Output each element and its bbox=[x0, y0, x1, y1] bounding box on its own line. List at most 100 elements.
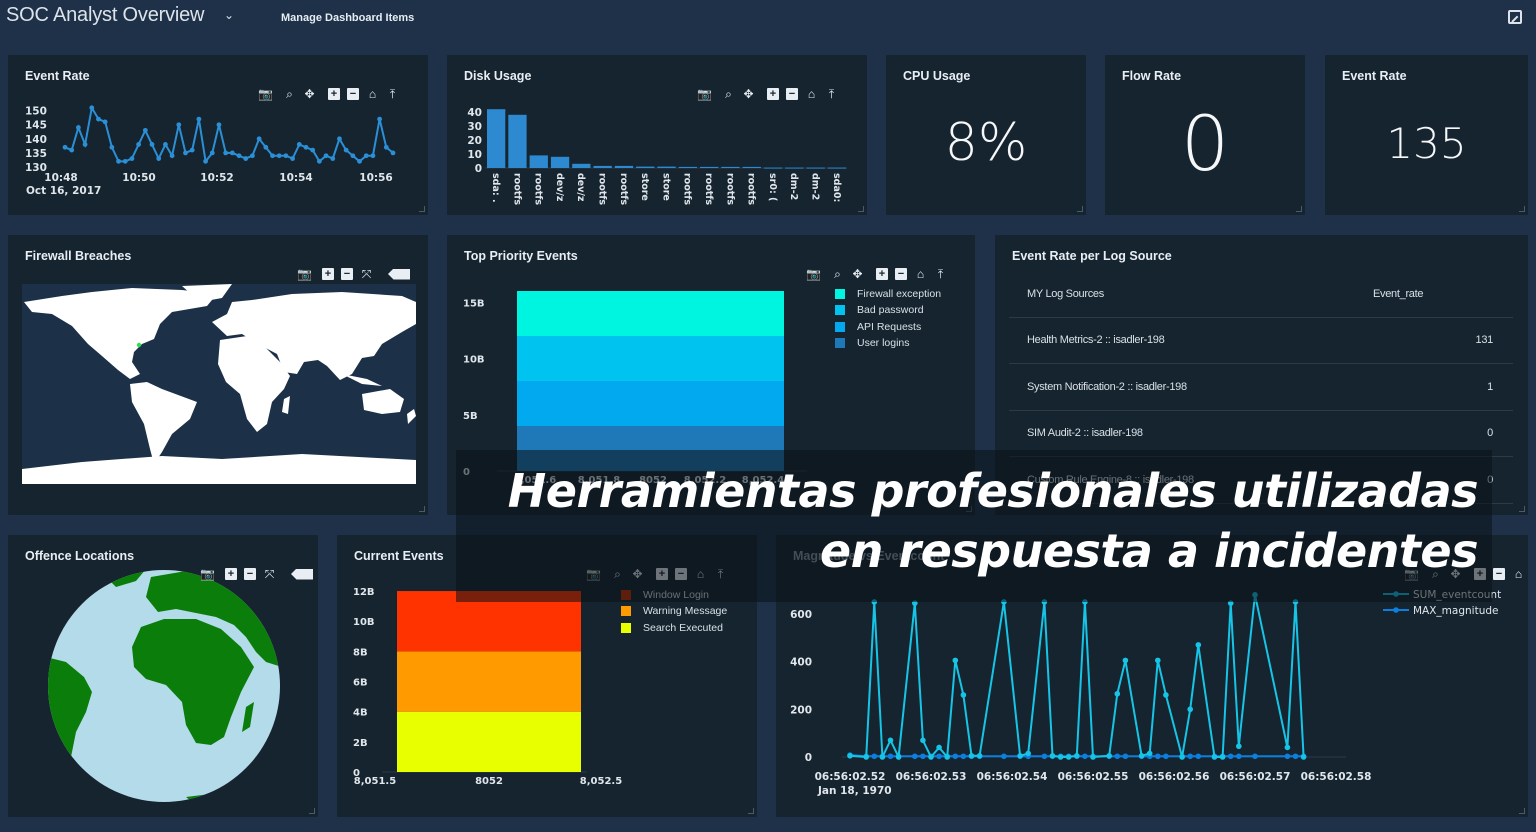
bar bbox=[529, 155, 548, 168]
log-source-name: SIM Audit-2 :: isadler-198 bbox=[1027, 427, 1143, 440]
fit-icon[interactable]: ⤧ bbox=[263, 568, 276, 580]
panel-title: Firewall Breaches bbox=[25, 249, 132, 263]
resize-handle[interactable] bbox=[309, 808, 315, 814]
legend-item[interactable]: Firewall exception bbox=[835, 286, 941, 302]
zoom-in-icon[interactable]: + bbox=[322, 268, 334, 280]
resize-handle[interactable] bbox=[1077, 206, 1083, 212]
y-tick-label: 10 bbox=[467, 149, 482, 161]
data-point bbox=[196, 116, 202, 122]
data-point bbox=[1227, 753, 1234, 760]
data-point bbox=[1025, 750, 1031, 757]
y-tick-label: 140 bbox=[25, 134, 47, 146]
x-tick-label: store bbox=[660, 173, 671, 201]
log-source-name: System Notification-2 :: isadler-198 bbox=[1027, 380, 1187, 393]
data-point bbox=[116, 158, 121, 164]
resize-handle[interactable] bbox=[1519, 808, 1525, 814]
data-point bbox=[142, 127, 148, 133]
x-tick-label: rootfs bbox=[682, 173, 693, 205]
column-header-event-rate[interactable]: Event_rate bbox=[1363, 288, 1513, 300]
table-header: MY Log Sources Event_rate bbox=[1009, 271, 1513, 318]
y-tick-label: 135 bbox=[25, 148, 47, 160]
column-header-log-sources[interactable]: MY Log Sources bbox=[1009, 288, 1363, 300]
data-point bbox=[263, 144, 269, 150]
caption-line-1: Herramientas profesionales utilizadas bbox=[507, 464, 1479, 518]
legend-item[interactable]: Search Executed bbox=[621, 620, 727, 636]
autoscale-icon[interactable]: ⤒ bbox=[1532, 568, 1536, 580]
data-point bbox=[952, 657, 959, 664]
world-map[interactable] bbox=[22, 284, 416, 484]
data-point bbox=[887, 753, 894, 760]
data-point bbox=[303, 144, 309, 150]
data-point bbox=[1236, 743, 1242, 750]
data-point bbox=[1163, 753, 1169, 760]
zoom-out-icon[interactable]: − bbox=[244, 568, 256, 580]
data-point bbox=[1041, 753, 1048, 760]
data-point bbox=[871, 753, 878, 760]
event-rate-chart[interactable]: 15014514013513010:48 10:50 10:52 10:54 10:56… bbox=[8, 55, 428, 215]
resize-handle[interactable] bbox=[419, 206, 425, 212]
data-point bbox=[1284, 753, 1291, 760]
data-point bbox=[169, 153, 175, 159]
panel-flow-rate: Flow Rate 0 bbox=[1105, 55, 1305, 215]
tag-icon[interactable] bbox=[388, 268, 410, 280]
data-point bbox=[310, 147, 316, 153]
data-point bbox=[1122, 753, 1129, 760]
legend-item[interactable]: Bad password bbox=[835, 302, 941, 318]
data-point bbox=[1219, 754, 1226, 760]
x-tick-label: 8,051.5 bbox=[354, 776, 396, 787]
disk-usage-chart[interactable]: 40 30 20 10 0 sda: . rootfs rootfs dev/z dev/z roo… bbox=[447, 55, 867, 215]
zoom-out-icon[interactable]: − bbox=[341, 268, 353, 280]
camera-icon[interactable]: 📷 bbox=[297, 268, 312, 280]
y-tick-label: 5B bbox=[463, 411, 478, 422]
data-point bbox=[1211, 754, 1218, 760]
event-rate-cell: 131 bbox=[1475, 334, 1494, 347]
data-point bbox=[363, 153, 369, 159]
tag-icon[interactable] bbox=[291, 568, 313, 580]
data-point bbox=[1146, 750, 1153, 757]
resize-handle[interactable] bbox=[1519, 506, 1525, 512]
legend-label: MAX_magnitude bbox=[1413, 605, 1498, 617]
data-point bbox=[879, 754, 886, 760]
data-point bbox=[163, 142, 168, 147]
x-tick-label: dm-2 bbox=[788, 173, 799, 200]
resize-handle[interactable] bbox=[748, 808, 754, 814]
chevron-down-icon[interactable]: ⌄ bbox=[224, 8, 234, 22]
x-tick-label: 06:56:02.53 bbox=[896, 771, 967, 783]
dashboard-title[interactable]: SOC Analyst Overview bbox=[6, 4, 204, 27]
fit-icon[interactable]: ⤧ bbox=[360, 268, 373, 280]
data-point bbox=[936, 753, 942, 760]
panel-title: Offence Locations bbox=[25, 549, 135, 563]
data-point bbox=[1292, 753, 1299, 760]
series-line bbox=[849, 594, 1305, 761]
data-point bbox=[1284, 744, 1291, 751]
data-point bbox=[203, 158, 208, 164]
data-point bbox=[1155, 657, 1161, 664]
data-point bbox=[209, 150, 215, 156]
camera-icon[interactable]: 📷 bbox=[200, 568, 215, 580]
legend-label: API Requests bbox=[857, 320, 922, 333]
table-row[interactable]: System Notification-2 :: isadler-198 1 bbox=[1009, 364, 1513, 411]
popout-icon[interactable] bbox=[1508, 10, 1522, 24]
resize-handle[interactable] bbox=[419, 506, 425, 512]
zoom-in-icon[interactable]: + bbox=[225, 568, 237, 580]
globe[interactable] bbox=[46, 567, 282, 805]
x-tick-label: rootfs bbox=[618, 173, 629, 205]
legend-item[interactable]: API Requests bbox=[835, 319, 941, 335]
y-tick-label: 8B bbox=[353, 647, 368, 658]
legend-item[interactable]: Warning Message bbox=[621, 603, 727, 619]
legend-swatch bbox=[621, 622, 631, 633]
data-point bbox=[377, 116, 383, 122]
stacked-bar-segment bbox=[397, 651, 581, 712]
resize-handle[interactable] bbox=[858, 206, 864, 212]
data-point bbox=[243, 156, 249, 161]
x-tick-label: 10:52 bbox=[200, 172, 233, 184]
event-rate-line bbox=[64, 104, 394, 164]
resize-handle[interactable] bbox=[1519, 206, 1525, 212]
manage-dashboard-items-button[interactable]: Manage Dashboard Items bbox=[281, 12, 414, 24]
table-row[interactable]: Health Metrics-2 :: isadler-198 131 bbox=[1009, 318, 1513, 364]
legend-label: Warning Message bbox=[643, 605, 728, 618]
resize-handle[interactable] bbox=[1296, 206, 1302, 212]
panel-offence-locations: Offence Locations 📷 + − ⤧ bbox=[8, 535, 318, 817]
legend-item[interactable]: User logins bbox=[835, 335, 941, 351]
data-point bbox=[1122, 657, 1129, 664]
